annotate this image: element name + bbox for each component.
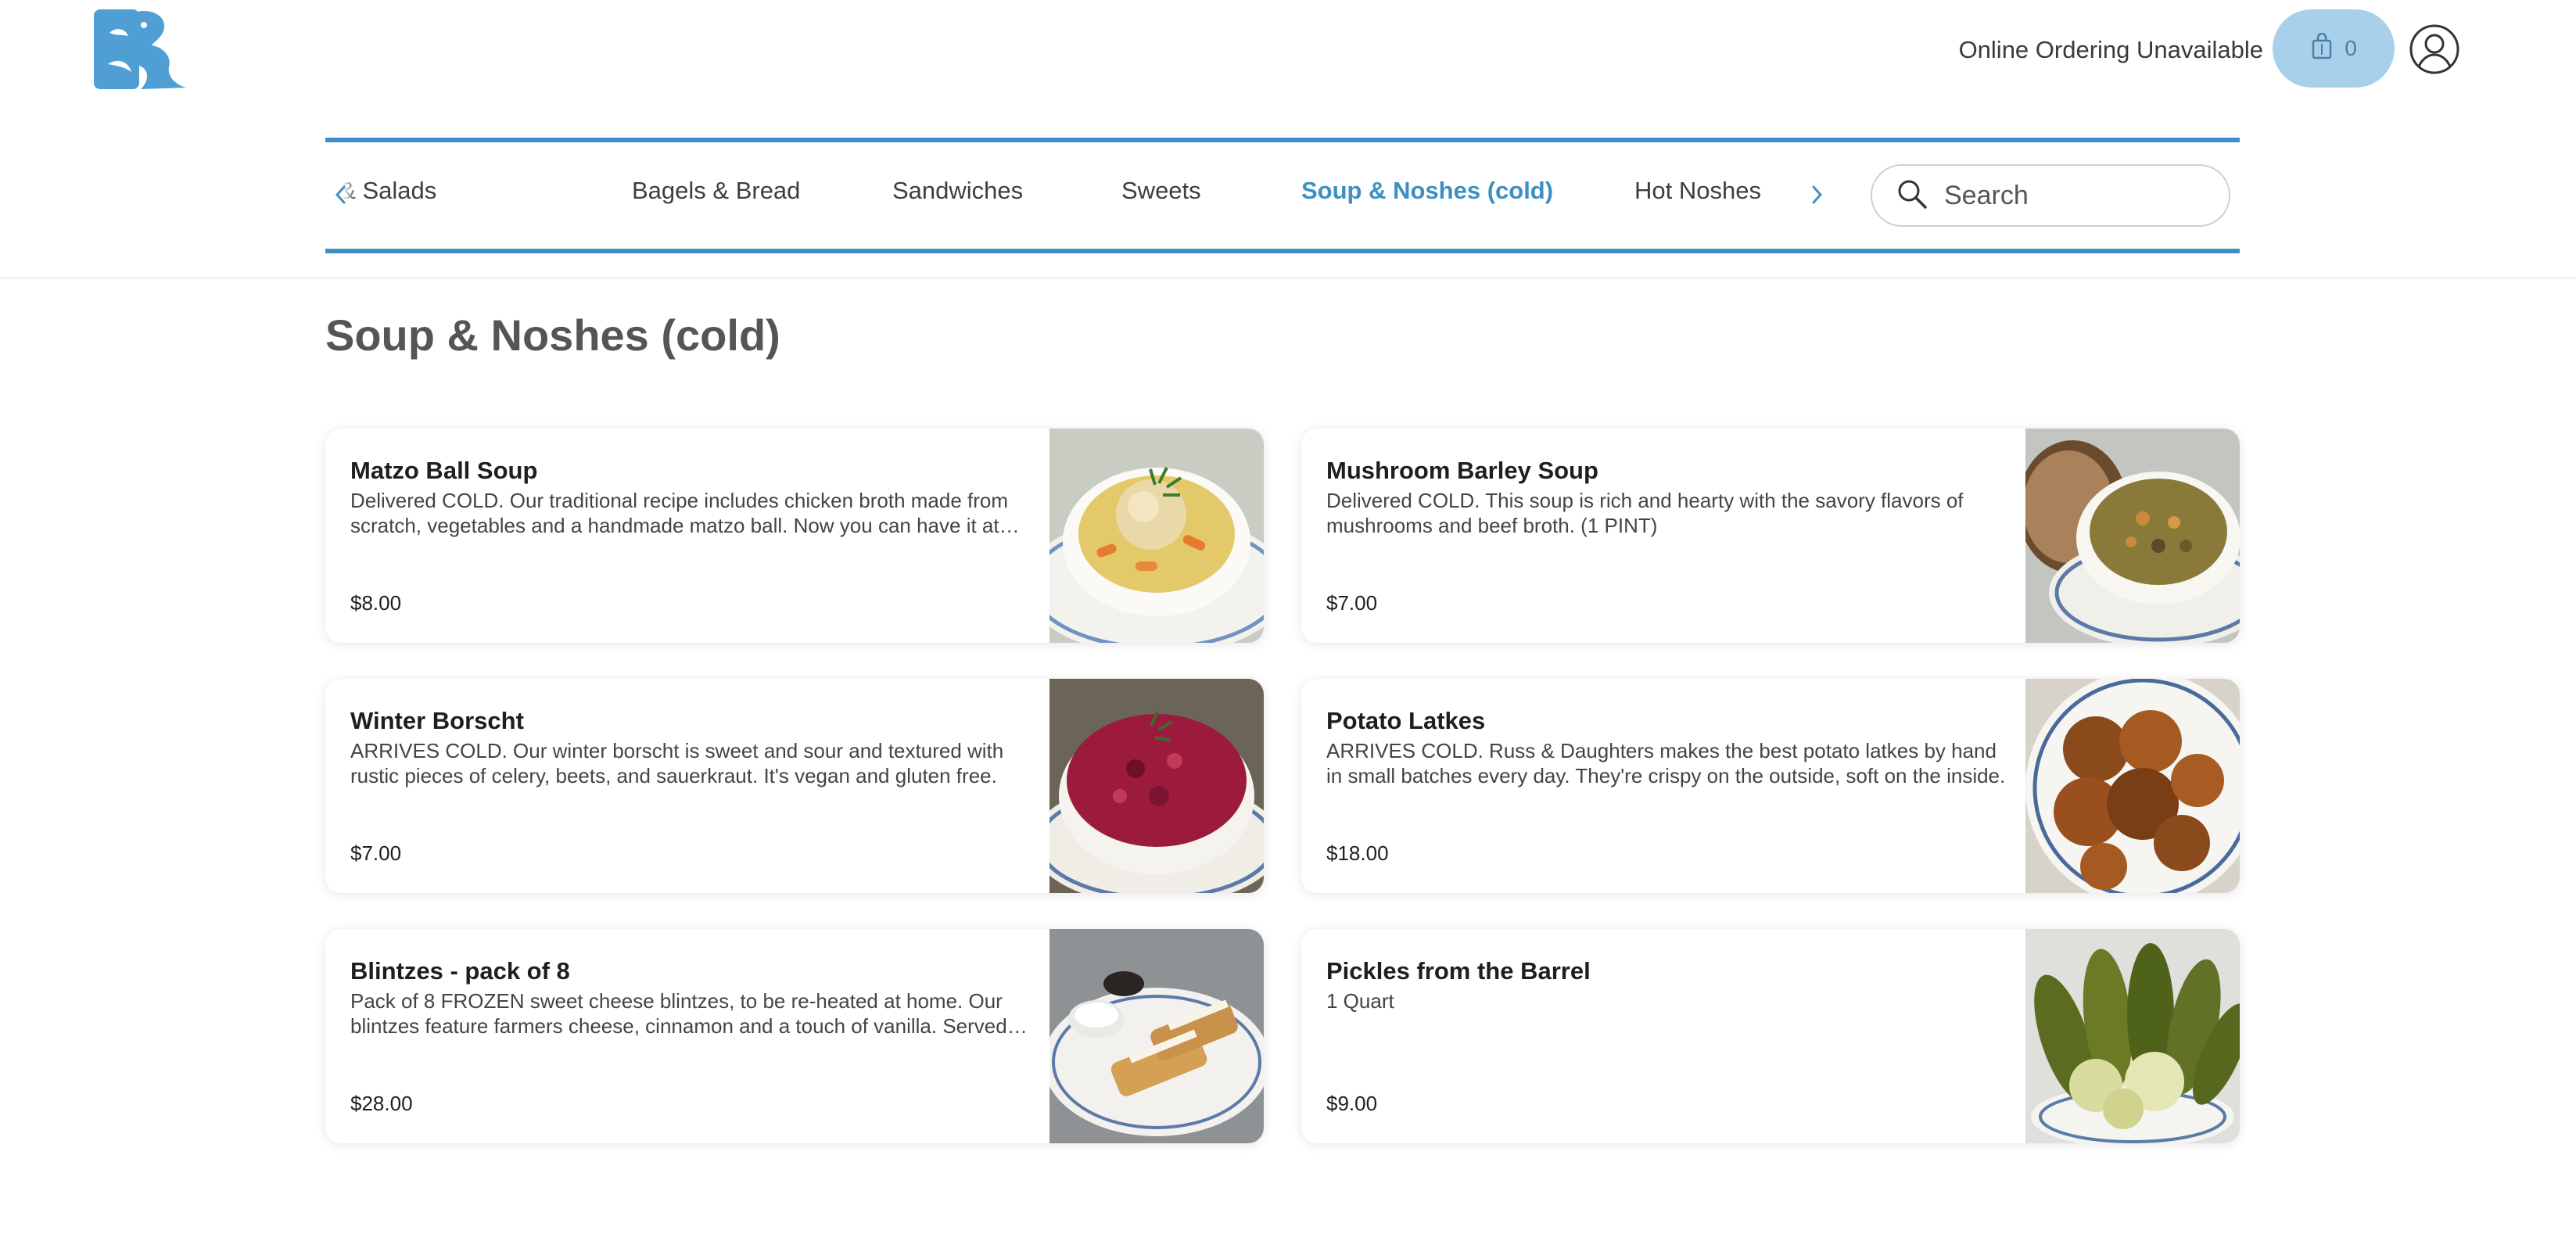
- item-name: Blintzes - pack of 8: [350, 957, 570, 985]
- item-price: $7.00: [350, 841, 402, 865]
- fish-logo[interactable]: [94, 9, 188, 91]
- item-price: $18.00: [1326, 841, 1389, 865]
- item-name: Matzo Ball Soup: [350, 457, 538, 484]
- mushroom-barley-soup-photo: [2025, 429, 2240, 643]
- item-price: $7.00: [1326, 591, 1378, 615]
- menu-item-card[interactable]: Matzo Ball Soup Delivered COLD. Our trad…: [325, 429, 1264, 643]
- item-description: Pack of 8 FROZEN sweet cheese blintzes, …: [350, 989, 1007, 1038]
- item-name: Potato Latkes: [1326, 707, 1486, 734]
- potato-latkes-photo: [2025, 679, 2240, 893]
- ordering-status-text: Online Ordering Unavailable: [1958, 36, 2263, 63]
- item-description: ARRIVES COLD. Our winter borscht is swee…: [350, 739, 1004, 787]
- cart-count: 0: [2345, 36, 2357, 60]
- menu-item-card[interactable]: Mushroom Barley Soup Delivered COLD. Thi…: [1301, 429, 2240, 643]
- pickles-photo: [2025, 929, 2240, 1143]
- item-price: $9.00: [1326, 1092, 1378, 1115]
- account-icon[interactable]: [2409, 23, 2460, 75]
- tab-sandwiches[interactable]: Sandwiches: [892, 177, 1023, 205]
- item-price: $28.00: [350, 1092, 413, 1115]
- header-divider: [0, 277, 2576, 280]
- chevron-left-icon[interactable]: [328, 179, 352, 210]
- winter-borscht-photo: [1049, 679, 1264, 893]
- menu-item-card[interactable]: Pickles from the Barrel 1 Quart $9.00: [1301, 929, 2240, 1143]
- search-icon: [1872, 178, 1928, 214]
- section-title: Soup & Noshes (cold): [325, 310, 780, 360]
- item-description: Delivered COLD. Our traditional recipe i…: [350, 489, 1009, 537]
- item-price: $8.00: [350, 591, 402, 615]
- chevron-right-icon[interactable]: [1805, 179, 1828, 210]
- tab-soup-noshes-cold[interactable]: Soup & Noshes (cold): [1301, 177, 1553, 205]
- tab-sweets[interactable]: Sweets: [1121, 177, 1201, 205]
- item-name: Winter Borscht: [350, 707, 524, 734]
- search-field[interactable]: [1871, 164, 2230, 227]
- nav-border-bottom: [325, 249, 2240, 253]
- menu-item-card[interactable]: Winter Borscht ARRIVES COLD. Our winter …: [325, 679, 1264, 893]
- blintzes-photo: [1049, 929, 1264, 1143]
- tab-bagels-bread[interactable]: Bagels & Bread: [632, 177, 800, 205]
- item-name: Mushroom Barley Soup: [1326, 457, 1598, 484]
- menu-item-card[interactable]: Potato Latkes ARRIVES COLD. Russ & Daugh…: [1301, 679, 2240, 893]
- item-description: Delivered COLD. This soup is rich and he…: [1326, 489, 1964, 537]
- tab-hot-noshes[interactable]: Hot Noshes: [1634, 177, 1761, 205]
- matzo-ball-soup-photo: [1049, 429, 1264, 643]
- cart-button[interactable]: 0: [2273, 9, 2395, 88]
- item-name: Pickles from the Barrel: [1326, 957, 1591, 985]
- nav-border-top: [325, 138, 2240, 142]
- item-description: 1 Quart: [1326, 989, 1394, 1013]
- item-description: ARRIVES COLD. Russ & Daughters makes the…: [1326, 739, 2006, 787]
- search-input[interactable]: [1943, 179, 2212, 212]
- shopping-bag-icon: [2310, 32, 2334, 65]
- menu-item-card[interactable]: Blintzes - pack of 8 Pack of 8 FROZEN sw…: [325, 929, 1264, 1143]
- category-tabs: Schmears & Salads Bagels & Bread Sandwic…: [325, 156, 1842, 235]
